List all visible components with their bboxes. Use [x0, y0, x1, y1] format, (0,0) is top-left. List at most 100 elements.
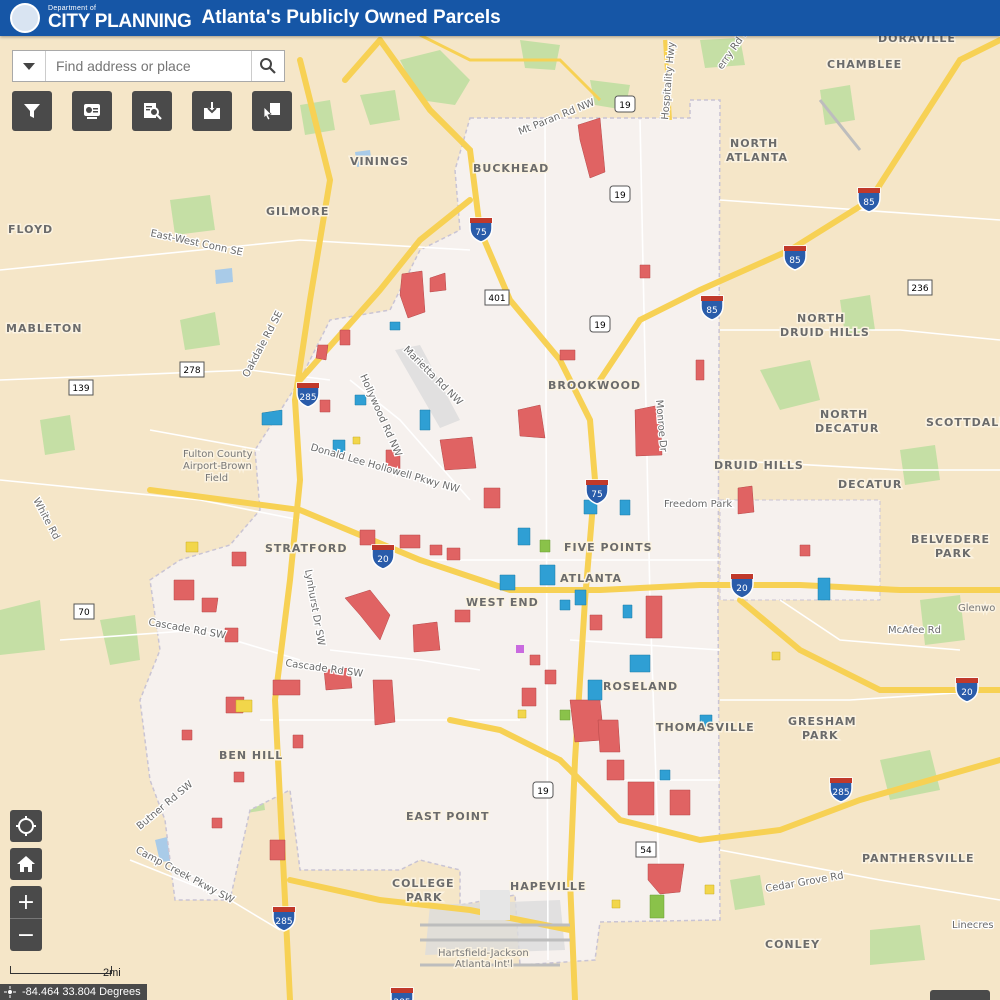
- svg-text:MABLETON: MABLETON: [6, 322, 82, 335]
- department-name: CITY PLANNING: [48, 11, 192, 32]
- search-source-dropdown[interactable]: [13, 51, 46, 81]
- svg-text:139: 139: [72, 384, 89, 394]
- svg-text:STRATFORD: STRATFORD: [265, 542, 348, 555]
- search-button[interactable]: [251, 51, 284, 81]
- locate-button[interactable]: [10, 810, 42, 842]
- svg-text:285: 285: [832, 788, 849, 798]
- svg-text:BEN HILL: BEN HILL: [219, 749, 283, 762]
- svg-text:85: 85: [863, 198, 874, 208]
- crosshair-icon: [4, 986, 16, 998]
- svg-text:Hartsfield-Jackson: Hartsfield-Jackson: [438, 948, 529, 959]
- select-button[interactable]: [252, 91, 292, 131]
- svg-text:GILMORE: GILMORE: [266, 205, 329, 218]
- select-icon: [263, 103, 280, 121]
- svg-text:PARK: PARK: [406, 891, 443, 904]
- svg-text:401: 401: [488, 294, 505, 304]
- svg-text:20: 20: [961, 688, 973, 698]
- svg-text:20: 20: [377, 555, 389, 565]
- filter-icon: [24, 104, 40, 118]
- zoom-in-button[interactable]: +: [10, 886, 42, 918]
- search-icon: [260, 58, 276, 74]
- svg-text:DECATUR: DECATUR: [815, 422, 879, 435]
- toolbar: [12, 91, 292, 131]
- svg-text:285: 285: [275, 917, 292, 927]
- svg-text:FLOYD: FLOYD: [8, 223, 53, 236]
- svg-text:19: 19: [537, 787, 549, 797]
- svg-text:236: 236: [911, 284, 928, 294]
- svg-text:54: 54: [640, 846, 652, 856]
- scale-bar: [10, 966, 112, 974]
- layer-list-icon: [84, 104, 100, 119]
- svg-text:NORTH: NORTH: [820, 408, 868, 421]
- svg-text:DRUID HILLS: DRUID HILLS: [780, 326, 870, 339]
- svg-text:Freedom Park: Freedom Park: [664, 499, 732, 510]
- coordinate-text: -84.464 33.804 Degrees: [22, 986, 141, 998]
- svg-text:85: 85: [706, 306, 717, 316]
- svg-text:DRUID HILLS: DRUID HILLS: [714, 459, 804, 472]
- svg-text:DORAVILLE: DORAVILLE: [878, 36, 956, 45]
- svg-text:75: 75: [475, 228, 486, 238]
- print-button[interactable]: [192, 91, 232, 131]
- svg-text:ROSELAND: ROSELAND: [603, 680, 678, 693]
- svg-text:COLLEGE: COLLEGE: [392, 877, 455, 890]
- query-button[interactable]: [132, 91, 172, 131]
- svg-text:FIVE POINTS: FIVE POINTS: [564, 541, 653, 554]
- chevron-down-icon: [23, 62, 35, 70]
- svg-text:THOMASVILLE: THOMASVILLE: [656, 721, 755, 734]
- svg-text:BROOKWOOD: BROOKWOOD: [548, 379, 641, 392]
- svg-text:EAST POINT: EAST POINT: [406, 810, 490, 823]
- svg-text:285: 285: [299, 393, 316, 403]
- parcels-misc: [516, 645, 524, 653]
- svg-text:PANTHERSVILLE: PANTHERSVILLE: [862, 852, 975, 865]
- svg-text:VININGS: VININGS: [350, 155, 409, 168]
- svg-text:SCOTTDALE: SCOTTDALE: [926, 416, 1000, 429]
- zoom-control: + −: [10, 886, 42, 951]
- svg-text:19: 19: [614, 191, 626, 201]
- zoom-out-button[interactable]: −: [10, 918, 42, 951]
- svg-text:HAPEVILLE: HAPEVILLE: [510, 880, 586, 893]
- svg-text:McAfee Rd: McAfee Rd: [888, 625, 941, 636]
- svg-text:Fulton County: Fulton County: [183, 449, 253, 460]
- svg-text:CHAMBLEE: CHAMBLEE: [827, 58, 902, 71]
- svg-text:NORTH: NORTH: [730, 137, 778, 150]
- svg-text:GRESHAM: GRESHAM: [788, 715, 857, 728]
- app-title: Atlanta's Publicly Owned Parcels: [201, 7, 501, 28]
- svg-text:ATLANTA: ATLANTA: [726, 151, 788, 164]
- search-widget: [12, 50, 285, 82]
- svg-text:85: 85: [789, 256, 800, 266]
- locate-icon: [16, 816, 36, 836]
- map-view[interactable]: 285 75 85 85 85 20 75 20 20 285 285 285 …: [0, 36, 1000, 1000]
- city-seal-logo: [10, 3, 40, 33]
- svg-text:70: 70: [78, 608, 90, 618]
- coordinate-readout[interactable]: -84.464 33.804 Degrees: [0, 984, 147, 1000]
- svg-text:19: 19: [619, 101, 631, 111]
- svg-text:Airport-Brown: Airport-Brown: [183, 461, 252, 472]
- svg-text:CONLEY: CONLEY: [765, 938, 820, 951]
- attribution-toggle-button[interactable]: [930, 990, 990, 1000]
- svg-text:Linecres: Linecres: [952, 920, 994, 931]
- svg-text:278: 278: [183, 366, 200, 376]
- svg-text:20: 20: [736, 584, 748, 594]
- svg-text:Glenwo: Glenwo: [958, 603, 995, 614]
- app-header: Department of CITY PLANNING Atlanta's Pu…: [0, 0, 1000, 36]
- svg-text:BUCKHEAD: BUCKHEAD: [473, 162, 549, 175]
- svg-text:BELVEDERE: BELVEDERE: [911, 533, 990, 546]
- svg-text:ATLANTA: ATLANTA: [560, 572, 622, 585]
- svg-text:Field: Field: [205, 473, 228, 484]
- svg-text:19: 19: [594, 321, 606, 331]
- svg-text:WEST END: WEST END: [466, 596, 539, 609]
- svg-text:PARK: PARK: [935, 547, 972, 560]
- filter-button[interactable]: [12, 91, 52, 131]
- svg-text:NORTH: NORTH: [797, 312, 845, 325]
- home-icon: [17, 856, 35, 872]
- svg-text:DECATUR: DECATUR: [838, 478, 902, 491]
- scale-bar-label: 2mi: [103, 967, 121, 979]
- svg-text:Atlanta Int'l: Atlanta Int'l: [455, 959, 513, 970]
- map-navigation: + −: [10, 810, 42, 951]
- search-input[interactable]: [46, 51, 251, 81]
- svg-text:PARK: PARK: [802, 729, 839, 742]
- department-logo: Department of CITY PLANNING: [48, 5, 192, 31]
- layer-list-button[interactable]: [72, 91, 112, 131]
- print-icon: [204, 102, 220, 119]
- home-button[interactable]: [10, 848, 42, 880]
